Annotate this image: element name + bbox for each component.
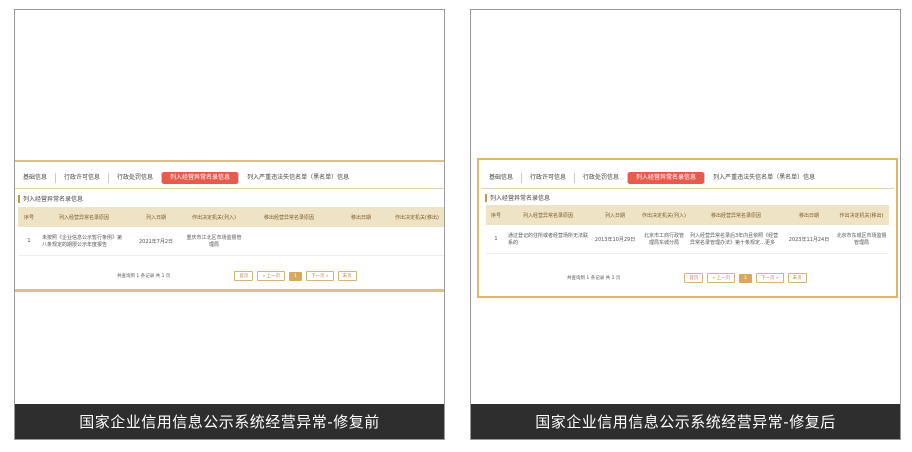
before-screenshot: 基础信息 行政许可信息 行政处罚信息 列入经营异常名录信息 列入严重违法失信名单…	[15, 160, 444, 296]
section-title-text: 列入经营异常名录信息	[23, 196, 84, 203]
table-cell: 北京市东城区市场监督管理局	[834, 225, 889, 254]
table-cell: 重庆市江北区市场监督管理局	[184, 227, 244, 256]
tab-bar: 基础信息 行政许可信息 行政处罚信息 列入经营异常名录信息 列入严重违法失信名单…	[15, 168, 444, 189]
pagination: 共查询到 1 条记录 共 1 页 首页 « 上一页 1 下一页 » 末页	[567, 273, 811, 283]
after-card: 基础信息 行政许可信息 行政处罚信息 列入经营异常名录信息 列入严重违法失信名单…	[470, 9, 901, 440]
col-header: 作出决定机关(移出)	[834, 205, 889, 225]
col-header: 移出日期	[784, 205, 834, 225]
after-caption: 国家企业信用信息公示系统经营异常-修复后	[471, 404, 900, 439]
next-page-button[interactable]: 下一页 »	[305, 271, 334, 281]
current-page-button[interactable]: 1	[739, 273, 752, 283]
col-header: 列入经营异常名录原因	[506, 205, 590, 225]
section-title: 列入经营异常名录信息	[485, 193, 550, 202]
col-header: 序号	[486, 205, 506, 225]
bottom-border	[15, 289, 444, 292]
before-caption: 国家企业信用信息公示系统经营异常-修复前	[15, 404, 444, 439]
table-cell	[388, 227, 444, 256]
tab-blacklist[interactable]: 列入严重违法失信名单（黑名单）信息	[705, 172, 823, 184]
prev-page-button[interactable]: « 上一页	[257, 271, 286, 281]
col-header: 列入经营异常名录原因	[40, 207, 128, 227]
col-header: 移出经营异常名录原因	[244, 207, 334, 227]
table-cell: 2023年11月24日	[784, 225, 834, 254]
col-header: 序号	[18, 207, 40, 227]
col-header: 列入日期	[590, 205, 640, 225]
table-header-row: 序号 列入经营异常名录原因 列入日期 作出决定机关(列入) 移出经营异常名录原因…	[18, 207, 444, 227]
first-page-button[interactable]: 首页	[684, 273, 704, 283]
table-header-row: 序号 列入经营异常名录原因 列入日期 作出决定机关(列入) 移出经营异常名录原因…	[486, 205, 889, 225]
tab-bar: 基础信息 行政许可信息 行政处罚信息 列入经营异常名录信息 列入严重违法失信名单…	[481, 168, 894, 189]
prev-page-button[interactable]: « 上一页	[707, 273, 736, 283]
table-cell	[244, 227, 334, 256]
table-cell: 北京市工商行政管理局东城分局	[640, 225, 688, 254]
col-header: 作出决定机关(列入)	[640, 205, 688, 225]
table-cell	[334, 227, 388, 256]
before-card: 基础信息 行政许可信息 行政处罚信息 列入经营异常名录信息 列入严重违法失信名单…	[14, 9, 445, 440]
col-header: 作出决定机关(移出)	[388, 207, 444, 227]
table-cell: 1	[486, 225, 506, 254]
pagination-info: 共查询到 1 条记录 共 1 页	[567, 276, 621, 281]
next-page-button[interactable]: 下一页 »	[755, 273, 784, 283]
table-cell: 通过登记的住所或者经营场所无法联系的	[506, 225, 590, 254]
col-header: 列入日期	[128, 207, 184, 227]
tab-admin-penalty[interactable]: 行政处罚信息	[109, 172, 161, 184]
abnormal-table: 序号 列入经营异常名录原因 列入日期 作出决定机关(列入) 移出经营异常名录原因…	[486, 205, 889, 254]
col-header: 作出决定机关(列入)	[184, 207, 244, 227]
last-page-button[interactable]: 末页	[337, 271, 357, 281]
abnormal-table: 序号 列入经营异常名录原因 列入日期 作出决定机关(列入) 移出经营异常名录原因…	[18, 207, 444, 256]
tab-abnormal-list[interactable]: 列入经营异常名录信息	[162, 172, 239, 184]
current-page-button[interactable]: 1	[289, 271, 302, 281]
table-cell: 1	[18, 227, 40, 256]
tab-basic-info[interactable]: 基础信息	[481, 172, 521, 184]
table-cell: 2013年10月29日	[590, 225, 640, 254]
last-page-button[interactable]: 末页	[787, 273, 807, 283]
table-row: 1 未按照《企业信息公示暂行条例》第八条规定的期限公示年度报告 2021年7月2…	[18, 227, 444, 256]
pagination-info: 共查询到 1 条记录 共 1 页	[117, 274, 171, 279]
tab-abnormal-list[interactable]: 列入经营异常名录信息	[628, 172, 705, 184]
section-title: 列入经营异常名录信息	[18, 194, 83, 203]
top-border	[15, 160, 444, 162]
tab-basic-info[interactable]: 基础信息	[15, 172, 55, 184]
col-header: 移出经营异常名录原因	[688, 205, 784, 225]
tab-admin-license[interactable]: 行政许可信息	[522, 172, 574, 184]
section-title-text: 列入经营异常名录信息	[490, 195, 551, 202]
tab-blacklist[interactable]: 列入严重违法失信名单（黑名单）信息	[239, 172, 357, 184]
section-marker	[485, 193, 487, 202]
table-cell: 未按照《企业信息公示暂行条例》第八条规定的期限公示年度报告	[40, 227, 128, 256]
after-screenshot: 基础信息 行政许可信息 行政处罚信息 列入经营异常名录信息 列入严重违法失信名单…	[477, 158, 898, 298]
col-header: 移出日期	[334, 207, 388, 227]
pagination: 共查询到 1 条记录 共 1 页 首页 « 上一页 1 下一页 » 末页	[117, 271, 361, 281]
table-cell: 列入经营异常名录后3年内且依照《经营异常名录管理办法》第十条规定…更多	[688, 225, 784, 254]
section-marker	[18, 194, 20, 203]
table-cell: 2021年7月2日	[128, 227, 184, 256]
first-page-button[interactable]: 首页	[234, 271, 254, 281]
table-row: 1 通过登记的住所或者经营场所无法联系的 2013年10月29日 北京市工商行政…	[486, 225, 889, 254]
tab-admin-license[interactable]: 行政许可信息	[56, 172, 108, 184]
tab-admin-penalty[interactable]: 行政处罚信息	[575, 172, 627, 184]
